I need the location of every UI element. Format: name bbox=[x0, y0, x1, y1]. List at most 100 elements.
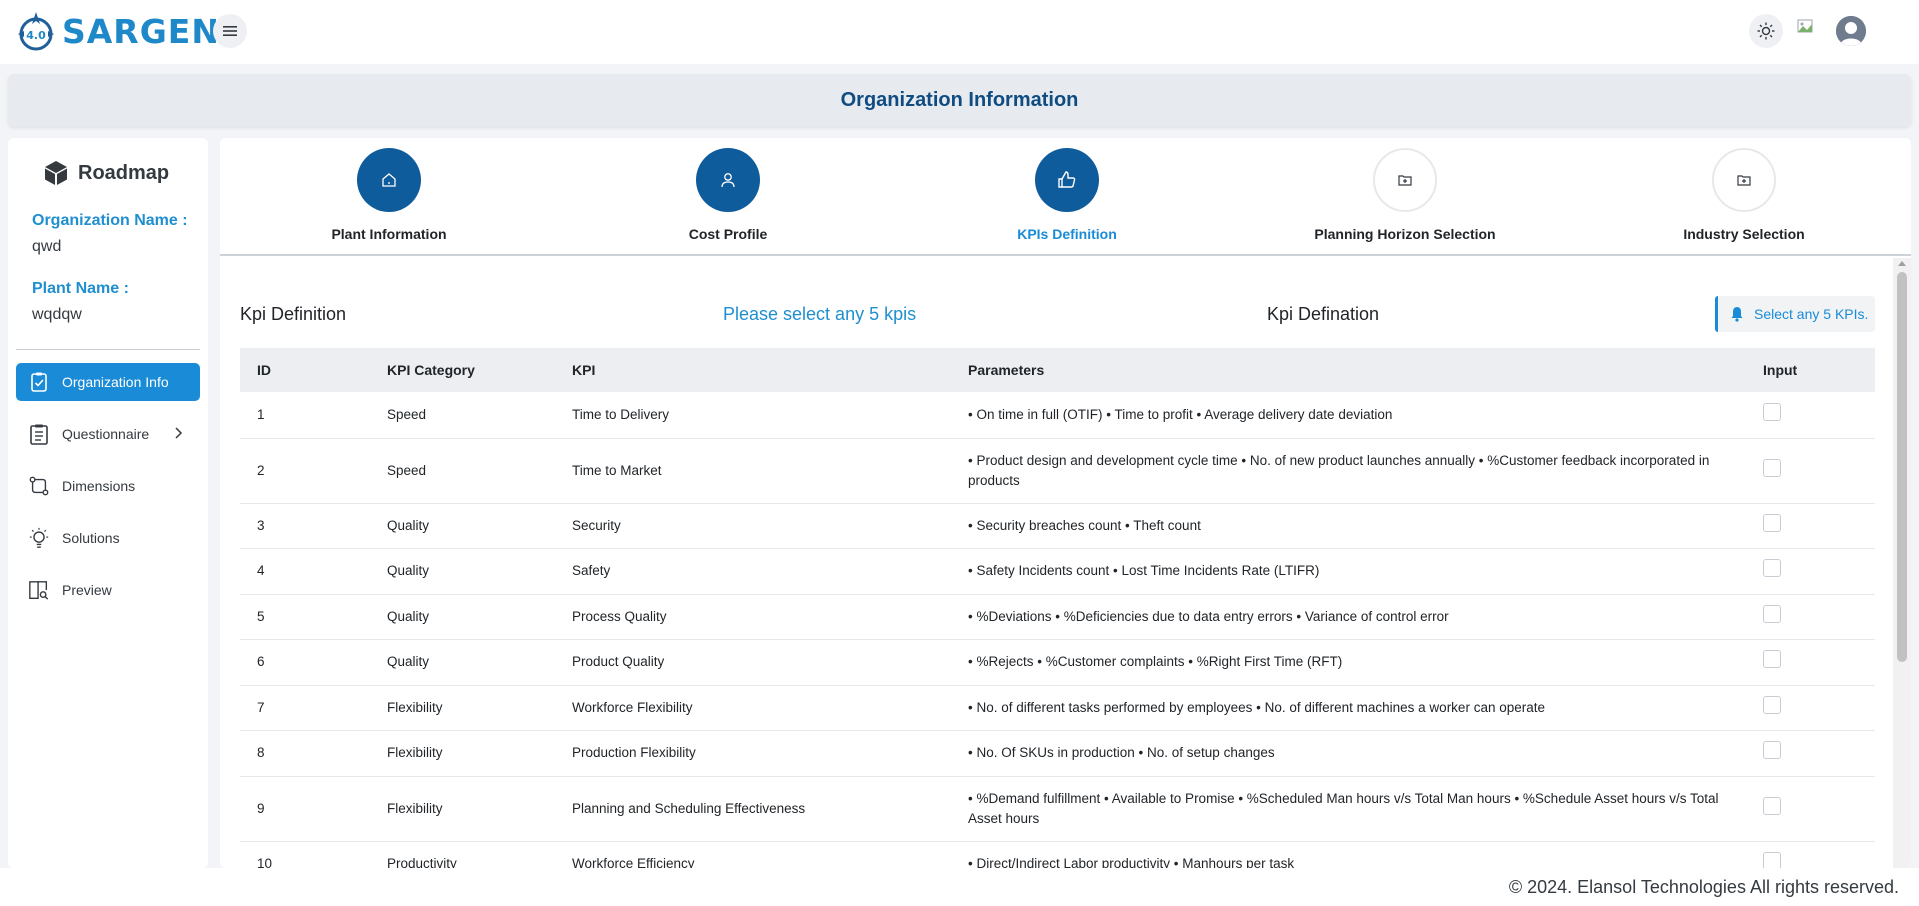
cell-category: Flexibility bbox=[370, 685, 555, 731]
logo-text: SARGEN bbox=[62, 11, 220, 51]
scrollbar-thumb[interactable] bbox=[1897, 272, 1907, 662]
hamburger-menu-button[interactable] bbox=[213, 14, 247, 48]
table-row: 3 Quality Security • Security breaches c… bbox=[240, 503, 1875, 549]
cell-parameters: • %Deviations • %Deficiencies due to dat… bbox=[951, 594, 1746, 640]
logo-icon: 4.0 bbox=[16, 10, 64, 52]
kpi-subtitle: Kpi Defination bbox=[1267, 304, 1380, 324]
sidebar-item-preview[interactable]: Preview bbox=[16, 571, 200, 609]
step-label: Cost Profile bbox=[688, 226, 768, 242]
cell-parameters: • On time in full (OTIF) • Time to profi… bbox=[951, 392, 1746, 439]
theme-toggle-button[interactable] bbox=[1749, 14, 1783, 48]
step-planning-horizon-selection[interactable]: Planning Horizon Selection bbox=[1285, 148, 1525, 242]
kpi-section-header: Kpi Definition Please select any 5 kpis … bbox=[240, 294, 1875, 334]
cell-kpi: Time to Delivery bbox=[555, 392, 951, 439]
cell-input bbox=[1746, 776, 1875, 842]
step-industry-selection[interactable]: Industry Selection bbox=[1624, 148, 1864, 242]
cell-category: Quality bbox=[370, 548, 555, 595]
kpi-checkbox[interactable] bbox=[1763, 650, 1781, 668]
cell-parameters: • Security breaches count • Theft count bbox=[951, 503, 1746, 549]
sidebar-item-organization-info[interactable]: Organization Info bbox=[16, 363, 200, 401]
kpi-checkbox[interactable] bbox=[1763, 796, 1781, 815]
sidebar-divider bbox=[16, 349, 200, 350]
footer: © 2024. Elansol Technologies All rights … bbox=[0, 868, 1919, 906]
step-label: Industry Selection bbox=[1683, 226, 1805, 242]
cell-id: 2 bbox=[240, 438, 370, 504]
step-circle bbox=[696, 148, 760, 212]
clipboard-check-icon bbox=[28, 371, 50, 393]
cell-parameters: • Direct/Indirect Labor productivity • M… bbox=[951, 841, 1746, 868]
cell-input bbox=[1746, 548, 1875, 595]
language-flag-icon[interactable] bbox=[1795, 18, 1821, 46]
app-logo[interactable]: 4.0 SARGEN bbox=[16, 10, 220, 52]
thumbs-up-icon bbox=[1058, 171, 1076, 188]
wizard-stepper: Plant Information Cost Profile KPIs Defi… bbox=[220, 138, 1911, 256]
step-plant-information[interactable]: Plant Information bbox=[269, 148, 509, 242]
cell-input bbox=[1746, 841, 1875, 868]
table-row: 9 Flexibility Planning and Scheduling Ef… bbox=[240, 776, 1875, 842]
cell-parameters: • %Rejects • %Customer complaints • %Rig… bbox=[951, 639, 1746, 686]
kpi-alert-text: Select any 5 KPIs. bbox=[1754, 306, 1869, 322]
cell-kpi: Workforce Flexibility bbox=[555, 685, 951, 731]
kpi-selection-prompt: Please select any 5 kpis bbox=[723, 304, 917, 324]
cell-category: Quality bbox=[370, 594, 555, 640]
kpi-checkbox[interactable] bbox=[1763, 559, 1781, 577]
step-circle bbox=[1712, 148, 1776, 212]
cell-input bbox=[1746, 594, 1875, 640]
sidebar-item-label: Solutions bbox=[62, 530, 120, 546]
cell-id: 4 bbox=[240, 548, 370, 595]
cell-kpi: Process Quality bbox=[555, 594, 951, 640]
step-cost-profile[interactable]: Cost Profile bbox=[608, 148, 848, 242]
sidebar: Roadmap Organization Name : qwd Plant Na… bbox=[8, 138, 208, 868]
copyright-text: © 2024. Elansol Technologies All rights … bbox=[1508, 877, 1899, 897]
step-label: Planning Horizon Selection bbox=[1314, 226, 1496, 242]
cell-category: Speed bbox=[370, 438, 555, 504]
table-row: 8 Flexibility Production Flexibility • N… bbox=[240, 730, 1875, 777]
sidebar-title: Roadmap bbox=[78, 161, 170, 184]
scroll-up-arrow-icon[interactable] bbox=[1898, 261, 1906, 266]
menu-icon bbox=[223, 26, 237, 36]
main-panel: Plant Information Cost Profile KPIs Defi… bbox=[220, 138, 1911, 868]
home-icon bbox=[382, 173, 396, 187]
cell-parameters: • No. of different tasks performed by em… bbox=[951, 685, 1746, 731]
cell-parameters: • No. Of SKUs in production • No. of set… bbox=[951, 730, 1746, 777]
cell-id: 3 bbox=[240, 503, 370, 549]
table-row: 7 Flexibility Workforce Flexibility • No… bbox=[240, 685, 1875, 731]
kpi-checkbox[interactable] bbox=[1763, 604, 1781, 623]
cell-id: 5 bbox=[240, 594, 370, 640]
column-header-id: ID bbox=[240, 348, 370, 392]
cell-id: 8 bbox=[240, 730, 370, 777]
cell-id: 7 bbox=[240, 685, 370, 731]
page-title: Organization Information bbox=[840, 88, 1079, 111]
kpi-checkbox[interactable] bbox=[1763, 695, 1781, 714]
plant-name-value: wqdqw bbox=[32, 306, 82, 323]
user-avatar[interactable] bbox=[1836, 16, 1866, 46]
cell-category: Speed bbox=[370, 392, 555, 439]
sidebar-item-label: Questionnaire bbox=[62, 426, 150, 442]
step-kpis-definition[interactable]: KPIs Definition bbox=[947, 148, 1187, 242]
table-row: 2 Speed Time to Market • Product design … bbox=[240, 438, 1875, 504]
plant-name-label: Plant Name : bbox=[32, 280, 129, 297]
sidebar-item-solutions[interactable]: Solutions bbox=[16, 519, 200, 557]
column-header-category: KPI Category bbox=[370, 348, 555, 392]
cell-parameters: • Product design and development cycle t… bbox=[951, 438, 1746, 504]
cell-kpi: Production Flexibility bbox=[555, 730, 951, 777]
cell-id: 10 bbox=[240, 841, 370, 868]
git-compare-icon bbox=[28, 475, 50, 497]
sidebar-item-questionnaire[interactable]: Questionnaire bbox=[16, 415, 200, 453]
kpi-checkbox[interactable] bbox=[1763, 513, 1781, 532]
sidebar-item-dimensions[interactable]: Dimensions bbox=[16, 467, 200, 505]
cell-kpi: Time to Market bbox=[555, 438, 951, 504]
cell-input bbox=[1746, 685, 1875, 731]
kpi-checkbox[interactable] bbox=[1763, 458, 1781, 477]
sidebar-item-label: Preview bbox=[62, 582, 112, 598]
cell-category: Productivity bbox=[370, 841, 555, 868]
kpi-checkbox[interactable] bbox=[1763, 402, 1781, 421]
kpi-alert: Select any 5 KPIs. bbox=[1715, 296, 1875, 332]
kpi-checkbox[interactable] bbox=[1763, 741, 1781, 759]
organization-name-label: Organization Name : bbox=[32, 212, 188, 229]
cell-category: Flexibility bbox=[370, 730, 555, 777]
book-search-icon bbox=[28, 579, 50, 601]
table-row: 6 Quality Product Quality • %Rejects • %… bbox=[240, 639, 1875, 686]
vertical-scrollbar[interactable] bbox=[1893, 258, 1911, 868]
kpi-checkbox[interactable] bbox=[1763, 852, 1781, 868]
